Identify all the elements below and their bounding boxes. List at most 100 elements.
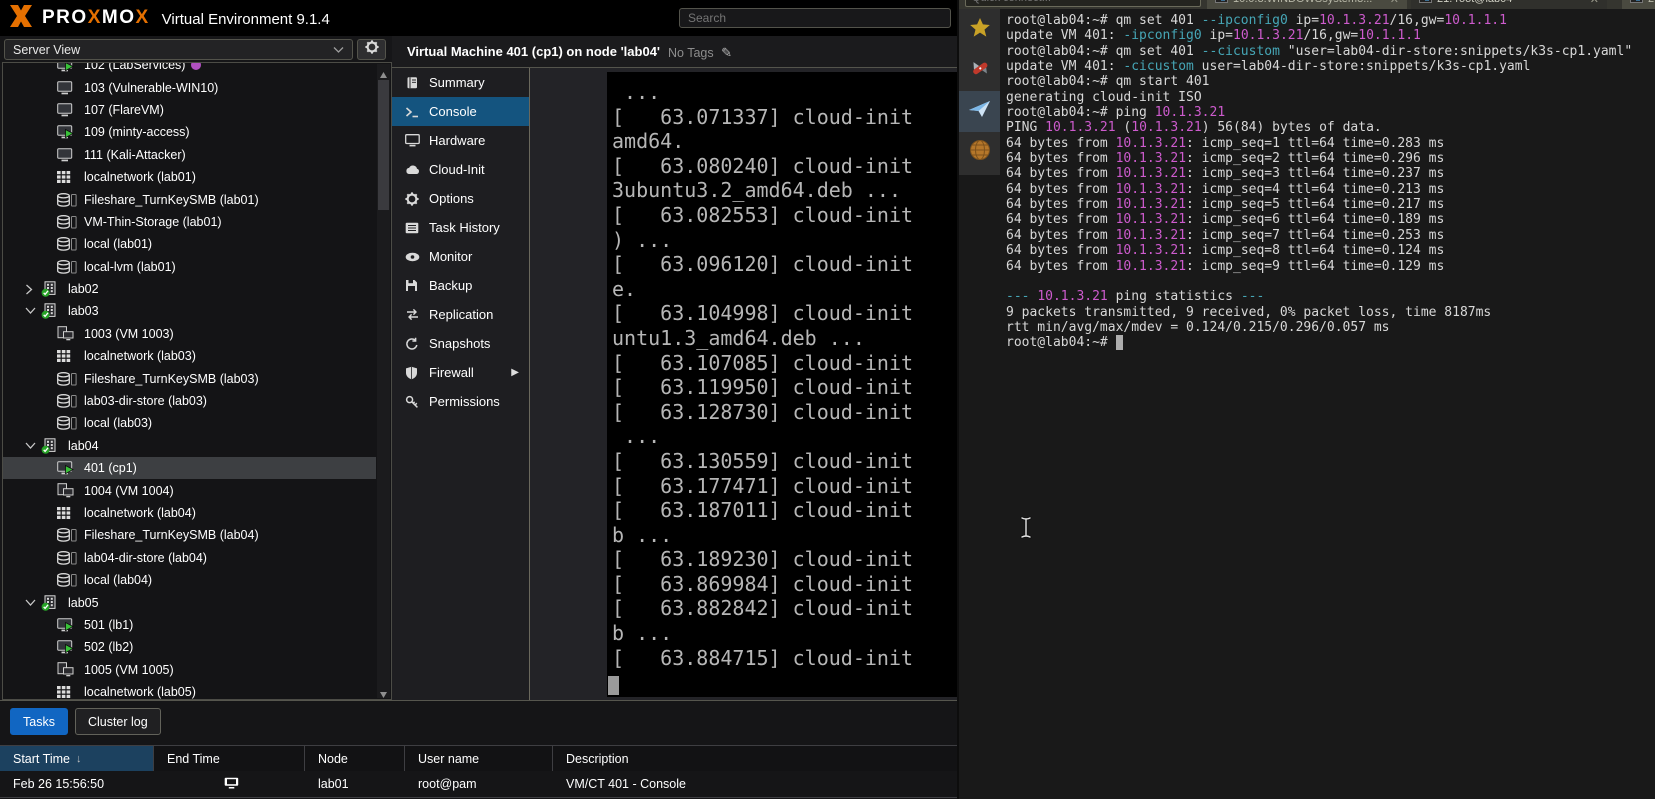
tree-item-107-flarevm[interactable]: 107 (FlareVM)	[3, 99, 376, 121]
terminal-session[interactable]: root@lab04:~# qm set 401 --ipconfig0 ip=…	[1000, 9, 1655, 799]
tab-hardware[interactable]: Hardware	[392, 126, 529, 155]
quick-connect-input[interactable]	[965, 0, 1201, 7]
tab-console[interactable]: Console	[392, 97, 529, 126]
column-header-node[interactable]: Node	[305, 746, 405, 772]
tree-item-111-kali-attacker[interactable]: 111 (Kali-Attacker)	[3, 144, 376, 166]
storage-icon	[57, 550, 79, 565]
close-tab-icon[interactable]: ✕	[1590, 0, 1599, 6]
scroll-up-icon[interactable]	[379, 67, 388, 78]
tree-item-lab04[interactable]: lab04	[3, 435, 376, 457]
tree-item-local-lab03[interactable]: local (lab03)	[3, 412, 376, 434]
storage-icon	[57, 371, 79, 386]
tree-item-localnetwork-lab01[interactable]: localnetwork (lab01)	[3, 166, 376, 188]
chevron-down-icon[interactable]	[25, 307, 41, 315]
storage-icon	[57, 237, 79, 252]
tree-item-502-lb2[interactable]: 502 (lb2)	[3, 636, 376, 658]
terminal-tab-3[interactable]: 2	[1622, 0, 1655, 9]
tree-item-401-cp1[interactable]: 401 (cp1)	[3, 457, 376, 480]
tasks-panel-tabs: Tasks Cluster log	[10, 708, 161, 735]
proxmox-wordmark: PROXMOX	[42, 7, 150, 29]
tree-item-109-minty-access[interactable]: 109 (minty-access)	[3, 121, 376, 143]
column-header-description[interactable]: Description	[553, 746, 957, 772]
tab-firewall[interactable]: Firewall ▶	[392, 358, 529, 387]
vm-running-icon	[57, 618, 79, 632]
tree-item-lab03-dir-store-lab03[interactable]: lab03-dir-store (lab03)	[3, 390, 376, 412]
tree-item-lab02[interactable]: lab02	[3, 278, 376, 300]
tree-item-lab04-dir-store-lab04[interactable]: lab04-dir-store (lab04)	[3, 547, 376, 569]
chevron-right-icon[interactable]	[25, 284, 41, 295]
sidebar-tools-button[interactable]	[959, 50, 1000, 91]
tree-item-1004-vm-1004[interactable]: 1004 (VM 1004)	[3, 479, 376, 501]
chevron-down-icon[interactable]	[25, 442, 41, 450]
node-icon	[41, 594, 63, 611]
tree-item-1005-vm-1005[interactable]: 1005 (VM 1005)	[3, 659, 376, 681]
tree-scrollbar-thumb[interactable]	[378, 80, 389, 210]
terminal-tab-icon	[1215, 0, 1228, 6]
tab-replication[interactable]: Replication	[392, 300, 529, 329]
tree-item-lab03[interactable]: lab03	[3, 300, 376, 322]
terminal-tab-1[interactable]: 10.0.3:WINDOWSsystem3... ✕	[1207, 0, 1407, 9]
tree-item-label: 111 (Kali-Attacker)	[84, 147, 186, 162]
proxmox-wordmark-part: X	[87, 7, 102, 28]
column-header-end-time[interactable]: End Time	[154, 746, 305, 772]
tab-snapshots[interactable]: Snapshots	[392, 329, 529, 358]
screen: PROXMOX Virtual Environment 9.1.4 Server…	[0, 0, 1655, 799]
tab-monitor[interactable]: Monitor	[392, 242, 529, 271]
snapshots-icon	[405, 337, 429, 351]
sidebar-star-button[interactable]	[959, 9, 1000, 50]
storage-icon	[57, 192, 79, 207]
tree-item-local-lab01[interactable]: local (lab01)	[3, 233, 376, 255]
console-output: ... [ 63.071337] cloud-init amd64. [ 63.…	[612, 80, 914, 670]
submenu-caret-icon: ▶	[511, 367, 519, 378]
nav-label: Replication	[429, 307, 494, 322]
list-icon	[405, 222, 429, 234]
tree-item-localnetwork-lab03[interactable]: localnetwork (lab03)	[3, 345, 376, 367]
tags-area[interactable]: No Tags ✎	[668, 45, 732, 61]
tree-settings-button[interactable]	[357, 39, 386, 60]
tree-item-fileshare-turnkeysmb-lab03[interactable]: Fileshare_TurnKeySMB (lab03)	[3, 367, 376, 389]
tree-item-lab05[interactable]: lab05	[3, 591, 376, 613]
network-icon	[57, 349, 79, 363]
vnc-console[interactable]: ... [ 63.071337] cloud-init amd64. [ 63.…	[607, 72, 957, 697]
tree-item-1003-vm-1003[interactable]: 1003 (VM 1003)	[3, 323, 376, 345]
tab-task-history[interactable]: Task History	[392, 213, 529, 242]
search-input[interactable]	[679, 8, 951, 28]
sidebar-web-button[interactable]	[959, 132, 1000, 173]
panel-tab-cluster-log[interactable]: Cluster log	[74, 708, 161, 735]
terminal-tab-icon	[1630, 0, 1643, 6]
chevron-down-icon[interactable]	[25, 599, 41, 607]
close-tab-icon[interactable]: ✕	[1390, 0, 1399, 6]
storage-icon	[57, 259, 79, 274]
view-selector-label: Server View	[13, 42, 81, 57]
tree-item-fileshare-turnkeysmb-lab04[interactable]: Fileshare_TurnKeySMB (lab04)	[3, 524, 376, 546]
template-icon	[57, 662, 79, 677]
tree-item-501-lb1[interactable]: 501 (lb1)	[3, 614, 376, 636]
tab-summary[interactable]: Summary	[392, 68, 529, 97]
tree-item-localnetwork-lab05[interactable]: localnetwork (lab05)	[3, 681, 376, 699]
tab-permissions[interactable]: Permissions	[392, 387, 529, 416]
view-selector-combobox[interactable]: Server View	[4, 39, 353, 60]
panel-tab-tasks[interactable]: Tasks	[10, 708, 68, 735]
tree-item-102-labservices[interactable]: 102 (LabServices)	[3, 63, 376, 76]
column-header-start-time[interactable]: Start Time ↓	[0, 746, 154, 772]
tree-item-label: 501 (lb1)	[84, 617, 134, 632]
tree-item-local-lab04[interactable]: local (lab04)	[3, 569, 376, 591]
terminal-tab-2[interactable]: 21. root@lab04 ✕	[1411, 0, 1607, 9]
tree-item-fileshare-turnkeysmb-lab01[interactable]: Fileshare_TurnKeySMB (lab01)	[3, 188, 376, 210]
tree-item-label: 103 (Vulnerable-WIN10)	[84, 80, 219, 95]
tree-scrollbar[interactable]	[377, 64, 390, 698]
tab-cloud-init[interactable]: Cloud-Init	[392, 155, 529, 184]
tag-dot	[191, 63, 202, 71]
sidebar-sessions-button[interactable]	[959, 91, 1000, 132]
nav-label: Task History	[429, 220, 500, 235]
tree-item-local-lvm-lab01[interactable]: local-lvm (lab01)	[3, 256, 376, 278]
column-header-user-name[interactable]: User name	[405, 746, 553, 772]
scroll-down-icon[interactable]	[379, 686, 388, 698]
tree-item-103-vulnerable-win10[interactable]: 103 (Vulnerable-WIN10)	[3, 76, 376, 98]
tab-backup[interactable]: Backup	[392, 271, 529, 300]
edit-tags-pencil-icon[interactable]: ✎	[721, 45, 732, 60]
tree-item-vm-thin-storage-lab01[interactable]: VM-Thin-Storage (lab01)	[3, 211, 376, 233]
tab-options[interactable]: Options	[392, 184, 529, 213]
tree-item-localnetwork-lab04[interactable]: localnetwork (lab04)	[3, 502, 376, 524]
task-table-row[interactable]: Feb 26 15:56:50 lab01 root@pam VM/CT 401 - …	[0, 771, 957, 798]
